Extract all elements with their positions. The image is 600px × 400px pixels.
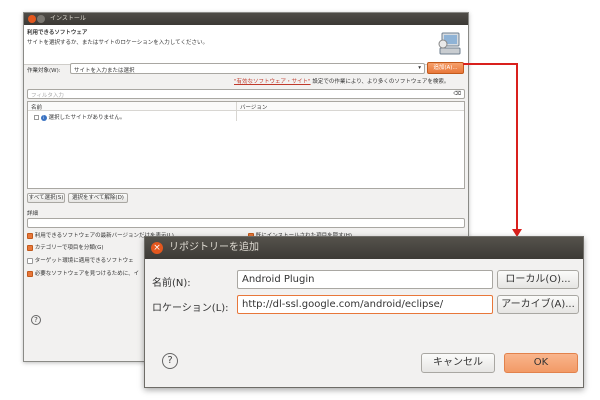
arrow-line-vertical [516,63,518,230]
work-with-combo[interactable]: サイトを入力または選択 ▾ [70,63,425,74]
install-window-titlebar: インストール [24,13,468,25]
filter-placeholder: フィルタ入力 [31,93,64,99]
option-label: ターゲット環境に適用できるソフトウェ [34,258,134,264]
select-all-button[interactable]: すべて選択(S) [27,193,65,203]
header-title: 利用できるソフトウェア [27,30,88,36]
available-sites-link[interactable]: "有効なソフトウェア・サイト" [234,79,311,85]
clear-filter-icon[interactable]: ⌫ [453,91,461,97]
help-icon[interactable]: ? [31,315,41,325]
hint-text: 設定での作業により、より多くのソフトウェアを検索。 [312,79,450,85]
name-input[interactable]: Android Plugin [237,270,493,289]
option-label: カテゴリーで項目を分類(G) [34,245,104,251]
hint-row: "有効なソフトウェア・サイト" 設定での作業により、より多くのソフトウェアを検索… [234,77,449,85]
arrow-line-horizontal [463,63,518,65]
checkbox-checked[interactable] [27,244,33,251]
deselect-all-button[interactable]: 選択をすべて解除(D) [68,193,128,203]
option-group-by-category[interactable]: カテゴリーで項目を分類(G) [27,243,103,251]
dialog-titlebar: × リポジトリーを追加 [145,237,583,259]
table-header: 名前 バージョン [28,102,464,111]
install-window-title: インストール [50,15,86,22]
checkbox-checked[interactable] [27,232,33,239]
name-label: 名前(N): [152,278,191,289]
option-target-env[interactable]: ターゲット環境に適用できるソフトウェ [27,256,134,264]
work-with-label: 作業対象(W): [27,68,61,74]
add-button[interactable]: 追加(A)... [427,62,464,74]
install-computer-icon [438,32,461,55]
column-divider [236,111,237,121]
info-icon: i [40,114,47,121]
table-message: 選択したサイトがありません。 [48,115,126,121]
software-table[interactable]: 名前 バージョン i 選択したサイトがありません。 [27,101,465,189]
minimize-icon[interactable] [37,15,45,23]
column-name[interactable]: 名前 [31,103,42,111]
details-area [27,218,465,228]
filter-input[interactable]: フィルタ入力 ⌫ [27,89,465,99]
dialog-title: リポジトリーを追加 [169,242,259,253]
dropdown-arrow-icon[interactable]: ▾ [418,65,421,71]
column-divider [236,102,237,111]
work-with-value: サイトを入力または選択 [74,68,135,74]
header-area: 利用できるソフトウェア サイトを選択するか、またはサイトのロケーションを入力して… [24,25,468,65]
ok-button[interactable]: OK [504,353,578,373]
checkbox-unchecked[interactable] [27,257,33,264]
help-icon[interactable]: ? [162,353,178,369]
local-button[interactable]: ローカル(O)... [497,270,579,289]
table-row[interactable]: i 選択したサイトがありません。 [34,113,125,121]
checkbox-checked[interactable] [27,270,33,277]
header-subtitle: サイトを選択するか、またはサイトのロケーションを入力してください。 [27,40,208,46]
location-input[interactable]: http://dl-ssl.google.com/android/eclipse… [237,295,493,314]
archive-button[interactable]: アーカイブ(A)... [497,295,579,314]
cancel-button[interactable]: キャンセル [421,353,495,373]
column-version[interactable]: バージョン [240,103,267,111]
add-repository-dialog: × リポジトリーを追加 名前(N): Android Plugin ローカル(O… [144,236,584,388]
location-label: ロケーション(L): [152,303,229,314]
option-contact-sites[interactable]: 必要なソフトウェアを見つけるために、イ [27,269,139,277]
details-label: 詳細 [27,211,39,217]
close-icon[interactable] [28,15,36,23]
close-icon[interactable]: × [151,242,163,254]
row-checkbox[interactable] [34,115,39,120]
option-label: 必要なソフトウェアを見つけるために、イ [34,271,140,277]
